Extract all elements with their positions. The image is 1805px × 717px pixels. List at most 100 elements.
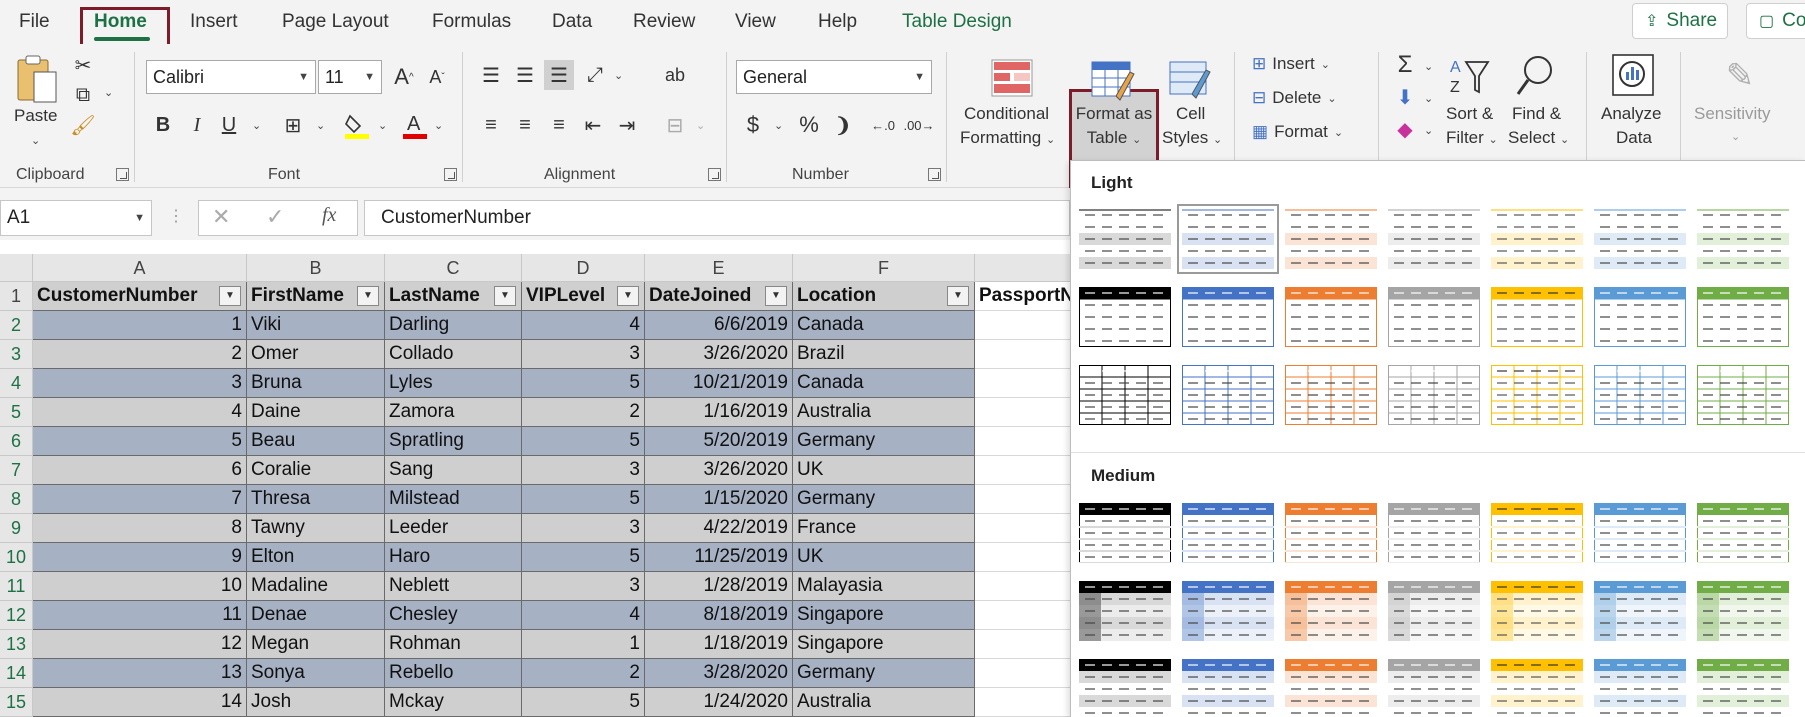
header-cell[interactable]: CustomerNumber ▼ (33, 282, 247, 311)
tab-insert[interactable]: Insert (190, 11, 238, 33)
row-header[interactable]: 14 (0, 659, 33, 688)
cut-icon[interactable]: ✂ (68, 50, 98, 80)
bold-button[interactable]: B (148, 110, 178, 140)
table-cell[interactable]: 1 (522, 630, 645, 659)
grow-font-icon[interactable]: A ^ (389, 62, 419, 92)
table-cell[interactable]: Viki (247, 311, 385, 340)
table-style-swatch[interactable] (1079, 365, 1171, 425)
table-style-swatch[interactable] (1182, 365, 1274, 425)
table-cell[interactable]: 10/21/2019 (645, 369, 793, 398)
table-style-swatch[interactable] (1697, 209, 1789, 269)
table-cell[interactable]: Germany (793, 659, 975, 688)
comments-button[interactable]: ▢ Co (1746, 3, 1805, 39)
table-style-swatch[interactable] (1697, 365, 1789, 425)
decrease-indent-icon[interactable]: ⇤ (578, 110, 608, 140)
table-cell[interactable]: Canada (793, 311, 975, 340)
table-cell[interactable]: UK (793, 456, 975, 485)
table-style-swatch[interactable] (1388, 209, 1480, 269)
table-style-swatch[interactable] (1285, 365, 1377, 425)
table-cell[interactable]: Milstead (385, 485, 522, 514)
table-cell[interactable]: 3 (522, 572, 645, 601)
table-cell[interactable]: France (793, 514, 975, 543)
borders-icon[interactable]: ⊞ (278, 110, 308, 140)
column-header[interactable]: D (522, 254, 645, 282)
table-style-swatch[interactable] (1285, 581, 1377, 641)
alignment-launcher-icon[interactable] (708, 168, 721, 181)
table-cell[interactable]: 3 (522, 340, 645, 369)
table-cell[interactable]: Lyles (385, 369, 522, 398)
row-header[interactable]: 12 (0, 601, 33, 630)
empty-cell[interactable] (975, 427, 1070, 456)
tab-file[interactable]: File (19, 11, 50, 33)
insert-cells-button[interactable]: ⊞ Insert ⌄ (1252, 54, 1330, 74)
table-style-swatch[interactable] (1388, 581, 1480, 641)
insert-function-icon[interactable]: fx (322, 204, 336, 227)
align-middle-icon[interactable]: ☰ (510, 60, 540, 90)
sensitivity-icon[interactable]: ✎ (1718, 54, 1762, 98)
table-style-swatch[interactable] (1388, 365, 1480, 425)
table-cell[interactable]: Josh (247, 688, 385, 717)
chevron-down-icon[interactable]: ⌄ (434, 119, 443, 132)
table-cell[interactable]: Denae (247, 601, 385, 630)
format-painter-icon[interactable]: 🖌 (68, 110, 98, 140)
column-header[interactable] (975, 254, 1070, 282)
currency-button[interactable]: $ (738, 110, 768, 140)
tab-review[interactable]: Review (633, 11, 695, 33)
empty-cell[interactable] (975, 456, 1070, 485)
table-style-swatch[interactable] (1491, 581, 1583, 641)
fill-icon[interactable]: ⬇ (1390, 82, 1420, 112)
merge-center-icon[interactable]: ⊟ (660, 110, 690, 140)
table-cell[interactable]: 1/24/2020 (645, 688, 793, 717)
row-header[interactable]: 9 (0, 514, 33, 543)
filter-dropdown-icon[interactable]: ▼ (765, 286, 787, 306)
tab-view[interactable]: View (735, 11, 776, 33)
chevron-down-icon[interactable]: ⌄ (1424, 124, 1433, 137)
fill-color-icon[interactable] (342, 110, 372, 140)
table-cell[interactable]: 8/18/2019 (645, 601, 793, 630)
autosum-icon[interactable]: Σ (1390, 50, 1420, 80)
column-header[interactable]: F (793, 254, 975, 282)
table-style-swatch[interactable] (1697, 659, 1789, 717)
table-cell[interactable]: 1/18/2019 (645, 630, 793, 659)
font-color-icon[interactable]: A (400, 110, 430, 140)
table-cell[interactable]: 11 (33, 601, 247, 630)
cell-styles-icon[interactable] (1168, 58, 1212, 100)
table-style-swatch[interactable] (1594, 503, 1686, 564)
table-style-swatch[interactable] (1491, 503, 1583, 564)
font-launcher-icon[interactable] (444, 168, 457, 181)
filter-dropdown-icon[interactable]: ▼ (617, 286, 639, 306)
filter-dropdown-icon[interactable]: ▼ (219, 286, 241, 306)
header-cell[interactable]: LastName ▼ (385, 282, 522, 311)
table-style-swatch[interactable] (1594, 209, 1686, 269)
table-cell[interactable]: 3/26/2020 (645, 456, 793, 485)
table-cell[interactable]: 4/22/2019 (645, 514, 793, 543)
empty-cell[interactable] (975, 340, 1070, 369)
chevron-down-icon[interactable]: ⌄ (774, 119, 783, 132)
table-style-swatch[interactable] (1491, 659, 1583, 717)
table-cell[interactable]: Megan (247, 630, 385, 659)
table-style-swatch[interactable] (1177, 204, 1279, 274)
table-cell[interactable]: 4 (522, 311, 645, 340)
wrap-text-icon[interactable]: ab (660, 60, 690, 90)
column-header[interactable]: E (645, 254, 793, 282)
table-cell[interactable]: 8 (33, 514, 247, 543)
align-left-icon[interactable]: ≡ (476, 110, 506, 140)
table-cell[interactable]: Canada (793, 369, 975, 398)
empty-cell[interactable] (975, 659, 1070, 688)
table-cell[interactable]: 3 (522, 514, 645, 543)
table-style-swatch[interactable] (1285, 287, 1377, 347)
chevron-down-icon[interactable]: ⌄ (696, 119, 705, 132)
empty-cell[interactable] (975, 398, 1070, 427)
table-cell[interactable]: Sonya (247, 659, 385, 688)
table-cell[interactable]: 3/26/2020 (645, 340, 793, 369)
chevron-down-icon[interactable]: ⌄ (104, 86, 113, 99)
tab-page-layout[interactable]: Page Layout (282, 11, 389, 33)
table-cell[interactable]: Darling (385, 311, 522, 340)
chevron-down-icon[interactable]: ⌄ (316, 119, 325, 132)
table-cell[interactable]: Zamora (385, 398, 522, 427)
table-style-swatch[interactable] (1079, 209, 1171, 269)
table-cell[interactable]: 2 (522, 659, 645, 688)
chevron-down-icon[interactable]: ⌄ (378, 119, 387, 132)
table-cell[interactable]: Brazil (793, 340, 975, 369)
row-header[interactable]: 4 (0, 369, 33, 398)
